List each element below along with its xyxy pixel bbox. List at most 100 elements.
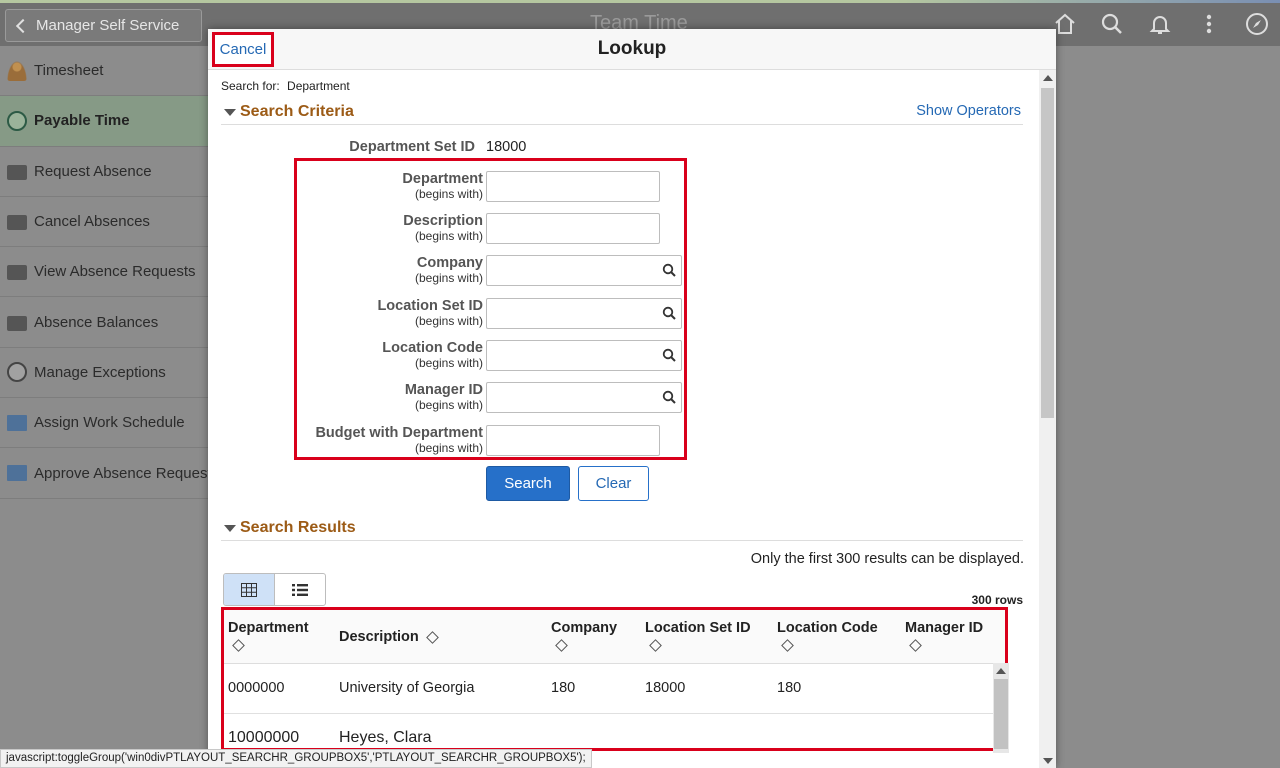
more-actions-icon[interactable] — [1196, 11, 1222, 37]
department-field-label: Department (begins with) — [402, 171, 483, 201]
suitcase-balance-icon — [7, 315, 27, 331]
sort-icon[interactable] — [555, 639, 568, 652]
search-results-section-header[interactable]: Search Results — [221, 517, 1023, 541]
lookup-magnifier-icon[interactable] — [662, 390, 676, 404]
sidebar-item-label: Cancel Absences — [34, 213, 150, 231]
search-criteria-fields: Department (begins with) Description (be… — [294, 158, 687, 460]
grid-icon — [240, 582, 257, 597]
sidebar-item-label: Payable Time — [34, 112, 130, 130]
sort-icon[interactable] — [649, 639, 662, 652]
location-setid-input[interactable] — [486, 298, 682, 329]
manager-id-input[interactable] — [486, 382, 682, 413]
cell-location-code[interactable]: 180 — [777, 680, 801, 696]
column-header-location-code[interactable]: Location Code — [777, 620, 878, 652]
lookup-magnifier-icon[interactable] — [662, 263, 676, 277]
column-header-department[interactable]: Department — [228, 620, 309, 652]
clock-exception-icon — [7, 362, 27, 383]
grid-view-button[interactable] — [224, 574, 275, 605]
sort-icon[interactable] — [781, 639, 794, 652]
column-header-company[interactable]: Company — [551, 620, 617, 652]
search-criteria-section-header[interactable]: Search Criteria Show Operators — [221, 101, 1023, 125]
description-field-label: Description (begins with) — [403, 213, 483, 243]
scrollbar-thumb[interactable] — [1041, 88, 1054, 418]
column-header-description[interactable]: Description — [339, 629, 439, 645]
scroll-down-arrow-icon[interactable] — [1043, 758, 1053, 764]
list-icon — [291, 583, 308, 596]
sidebar-item-label: Timesheet — [34, 62, 104, 80]
modal-header: Cancel Lookup — [208, 29, 1056, 70]
company-field-row: Company (begins with) — [297, 255, 690, 289]
clock-icon — [7, 110, 27, 131]
scroll-up-arrow-icon[interactable] — [996, 668, 1006, 674]
search-results-label: Search Results — [240, 519, 356, 536]
grid-scrollbar-thumb[interactable] — [994, 679, 1008, 749]
search-button[interactable]: Search — [486, 466, 570, 501]
location-code-input[interactable] — [486, 340, 682, 371]
grid-scrollbar[interactable] — [993, 663, 1009, 753]
sort-icon[interactable] — [232, 639, 245, 652]
search-for-line: Search for: Department — [221, 79, 350, 93]
sidebar-item-absence-balances[interactable]: Absence Balances — [0, 297, 208, 348]
chevron-left-icon — [15, 18, 31, 33]
department-input[interactable] — [486, 171, 660, 202]
cell-description[interactable]: University of Georgia — [339, 680, 474, 696]
sidebar-item-cancel-absences[interactable]: Cancel Absences — [0, 197, 208, 248]
back-button[interactable]: Manager Self Service — [5, 9, 202, 42]
manager-id-field-row: Manager ID (begins with) — [297, 382, 690, 416]
sidebar-item-label: Approve Absence Requests — [34, 464, 208, 482]
sort-icon[interactable] — [425, 630, 439, 644]
sidebar-item-manage-exceptions[interactable]: Manage Exceptions — [0, 348, 208, 399]
description-input[interactable] — [486, 213, 660, 244]
cell-location-setid[interactable]: 18000 — [645, 680, 685, 696]
sidebar-item-timesheet[interactable]: Timesheet — [0, 46, 208, 97]
cell-department[interactable]: 0000000 — [228, 680, 284, 696]
department-setid-label: Department Set ID — [349, 139, 475, 155]
sidebar-item-label: Manage Exceptions — [34, 363, 166, 381]
top-accent-line — [0, 0, 1280, 3]
browser-status-bar: javascript:toggleGroup('win0divPTLAYOUT_… — [0, 749, 592, 768]
back-button-label: Manager Self Service — [36, 17, 180, 34]
list-view-button[interactable] — [275, 574, 326, 605]
view-toggle — [223, 573, 326, 606]
table-row[interactable]: 0000000 University of Georgia 180 18000 … — [224, 665, 1005, 714]
sidebar-item-request-absence[interactable]: Request Absence — [0, 147, 208, 197]
sidebar-item-approve-absence-requests[interactable]: Approve Absence Requests — [0, 448, 208, 499]
schedule-table-icon — [7, 414, 27, 431]
column-header-location-setid[interactable]: Location Set ID — [645, 620, 751, 652]
location-setid-field-label: Location Set ID (begins with) — [377, 298, 483, 328]
table-row[interactable]: 10000000 Heyes, Clara — [224, 715, 1005, 748]
cell-department[interactable]: 10000000 — [228, 729, 299, 747]
cell-description[interactable]: Heyes, Clara — [339, 729, 431, 747]
company-field-label: Company (begins with) — [414, 255, 483, 285]
lookup-magnifier-icon[interactable] — [662, 306, 676, 320]
manager-id-field-label: Manager ID (begins with) — [404, 382, 483, 412]
search-criteria-label: Search Criteria — [240, 103, 354, 120]
suitcase-calendar-icon — [7, 265, 27, 281]
column-header-manager-id[interactable]: Manager ID — [905, 620, 983, 652]
sidebar-item-payable-time[interactable]: Payable Time — [0, 96, 208, 147]
show-operators-link[interactable]: Show Operators — [916, 103, 1021, 119]
department-field-row: Department (begins with) — [297, 171, 690, 205]
sidebar-item-label: Assign Work Schedule — [34, 414, 185, 432]
search-for-value: Department — [287, 79, 350, 93]
approval-table-icon — [7, 465, 27, 482]
grid-header: Department Description Company Location … — [224, 610, 1005, 664]
sidebar-item-assign-work-schedule[interactable]: Assign Work Schedule — [0, 398, 208, 449]
suitcase-icon — [7, 164, 27, 180]
sidebar-item-view-absence-requests[interactable]: View Absence Requests — [0, 247, 208, 298]
lookup-magnifier-icon[interactable] — [662, 348, 676, 362]
bell-icon[interactable] — [1147, 11, 1173, 37]
collapse-triangle-icon — [224, 109, 236, 116]
lookup-modal: Cancel Lookup Search for: Department Sea… — [208, 29, 1056, 768]
budget-department-input[interactable] — [486, 425, 660, 456]
scroll-up-arrow-icon[interactable] — [1043, 75, 1053, 81]
person-clock-icon — [7, 60, 27, 81]
modal-scrollbar[interactable] — [1039, 70, 1056, 768]
cell-company[interactable]: 180 — [551, 680, 575, 696]
company-input[interactable] — [486, 255, 682, 286]
sort-icon[interactable] — [909, 639, 922, 652]
sidebar-item-label: Absence Balances — [34, 313, 159, 331]
clear-button[interactable]: Clear — [578, 466, 649, 501]
navbar-compass-icon[interactable] — [1244, 11, 1270, 37]
search-icon[interactable] — [1099, 11, 1125, 37]
